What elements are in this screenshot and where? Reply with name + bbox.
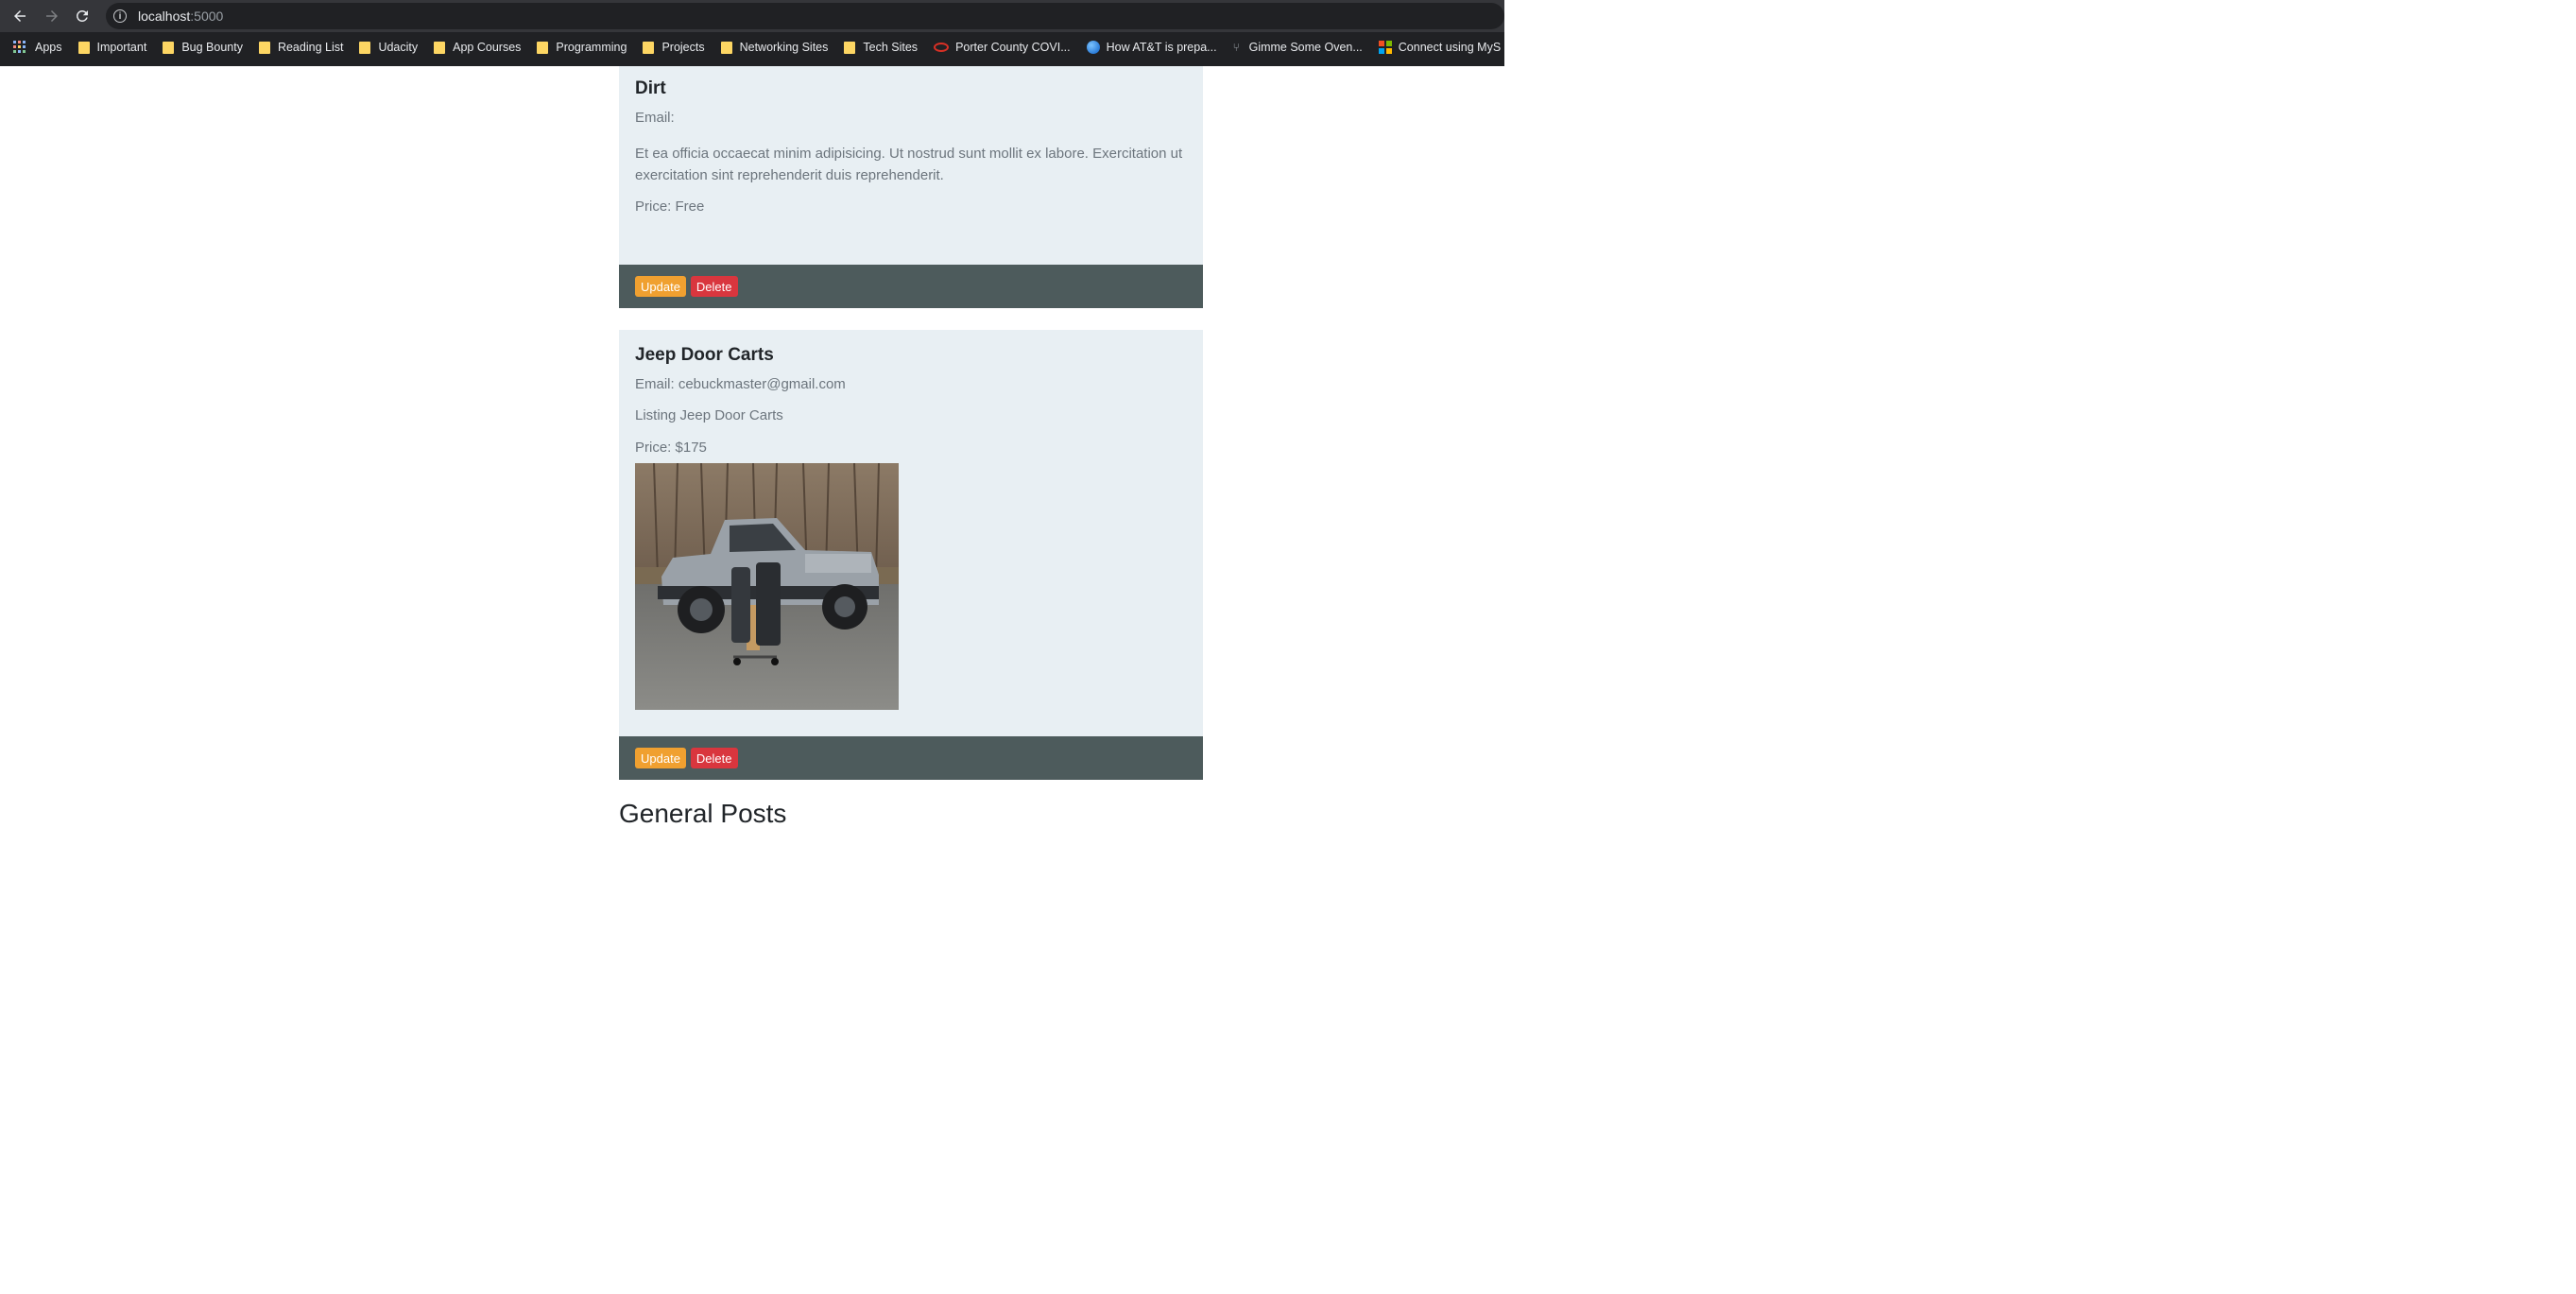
post-email: Email: bbox=[635, 109, 675, 126]
bookmark-label: Bug Bounty bbox=[181, 41, 243, 54]
folder-icon bbox=[844, 41, 856, 54]
bookmark-label: Porter County COVI... bbox=[955, 41, 1071, 54]
bookmark-label: Reading List bbox=[277, 41, 344, 54]
bookmark-apps[interactable]: Apps bbox=[13, 41, 62, 54]
forward-button[interactable] bbox=[42, 6, 62, 26]
bookmark-folder-networking-sites[interactable]: Networking Sites bbox=[720, 41, 829, 54]
bookmark-label: Important bbox=[96, 41, 147, 54]
post-price: Price: Free bbox=[635, 198, 705, 216]
post-description: Et ea officia occaecat minim adipisicing… bbox=[635, 146, 1183, 183]
bookmark-connect-mys[interactable]: Connect using MyS bbox=[1378, 41, 1502, 54]
bookmark-label: App Courses bbox=[453, 41, 522, 54]
card-body: Jeep Door Carts Email: cebuckmaster@gmai… bbox=[619, 330, 1203, 458]
post-title: Jeep Door Carts bbox=[635, 345, 774, 365]
bookmark-label: Apps bbox=[35, 41, 62, 54]
folder-icon bbox=[359, 41, 371, 54]
folder-icon bbox=[537, 41, 549, 54]
folder-icon bbox=[77, 41, 90, 54]
delete-button[interactable]: Delete bbox=[690, 748, 738, 768]
globe-icon bbox=[1086, 41, 1100, 54]
bookmark-label: Gimme Some Oven... bbox=[1248, 41, 1363, 54]
reload-icon bbox=[76, 9, 88, 22]
bookmark-label: Networking Sites bbox=[739, 41, 829, 54]
bookmark-folder-programming[interactable]: Programming bbox=[537, 41, 627, 54]
folder-icon bbox=[643, 41, 655, 54]
delete-button[interactable]: Delete bbox=[690, 276, 738, 297]
bookmark-porter-county[interactable]: Porter County COVI... bbox=[934, 41, 1071, 54]
bookmark-label: Programming bbox=[556, 41, 627, 54]
post-email: Email: cebuckmaster@gmail.com bbox=[635, 375, 846, 392]
bookmark-folder-udacity[interactable]: Udacity bbox=[359, 41, 418, 54]
info-icon[interactable]: i bbox=[113, 9, 127, 23]
bookmark-att[interactable]: How AT&T is prepa... bbox=[1086, 41, 1217, 54]
url-port: :5000 bbox=[190, 9, 224, 24]
folder-icon bbox=[720, 41, 732, 54]
bookmark-label: Udacity bbox=[378, 41, 419, 54]
arrow-right-icon bbox=[46, 10, 58, 22]
fork-icon: ⑂ bbox=[1232, 41, 1240, 54]
bookmark-folder-tech-sites[interactable]: Tech Sites bbox=[844, 41, 918, 54]
card-footer: Update Delete bbox=[619, 736, 1203, 780]
arrow-left-icon bbox=[14, 10, 26, 22]
update-button[interactable]: Update bbox=[635, 276, 686, 297]
page-content: Dirt Email: Et ea officia occaecat minim… bbox=[0, 66, 2576, 1294]
post-description: Listing Jeep Door Carts bbox=[635, 407, 783, 424]
post-card: Dirt Email: Et ea officia occaecat minim… bbox=[619, 66, 1203, 308]
folder-icon bbox=[163, 41, 175, 54]
url-host: localhost bbox=[138, 9, 191, 24]
bookmark-label: Projects bbox=[661, 41, 705, 54]
address-bar[interactable]: i localhost:5000 bbox=[106, 3, 1504, 29]
bookmark-folder-important[interactable]: Important bbox=[77, 41, 147, 54]
post-price: Price: $175 bbox=[635, 439, 707, 456]
browser-toolbar: i localhost:5000 bbox=[0, 0, 1504, 32]
bookmark-gimme-some-oven[interactable]: ⑂ Gimme Some Oven... bbox=[1233, 41, 1363, 54]
porter-county-icon bbox=[934, 43, 950, 52]
bookmark-label: How AT&T is prepa... bbox=[1106, 41, 1217, 54]
general-posts-heading: General Posts bbox=[619, 799, 787, 828]
browser-chrome: i localhost:5000 Apps Important Bug Boun… bbox=[0, 0, 1504, 66]
reload-button[interactable] bbox=[72, 6, 93, 26]
card-footer: Update Delete bbox=[619, 265, 1203, 308]
url-text: localhost:5000 bbox=[138, 9, 223, 24]
folder-icon bbox=[434, 41, 446, 54]
post-title: Dirt bbox=[635, 78, 666, 98]
folder-icon bbox=[258, 41, 270, 54]
bookmark-label: Connect using MyS bbox=[1398, 41, 1502, 54]
bookmark-folder-projects[interactable]: Projects bbox=[643, 41, 705, 54]
bookmarks-bar: Apps Important Bug Bounty Reading List U… bbox=[0, 34, 1504, 60]
post-card: Jeep Door Carts Email: cebuckmaster@gmai… bbox=[619, 330, 1203, 780]
bookmark-folder-bug-bounty[interactable]: Bug Bounty bbox=[163, 41, 243, 54]
apps-grid-icon bbox=[13, 41, 26, 54]
card-body: Dirt Email: Et ea officia occaecat minim… bbox=[619, 66, 1203, 218]
microsoft-icon bbox=[1378, 41, 1392, 54]
update-button[interactable]: Update bbox=[635, 748, 686, 768]
back-button[interactable] bbox=[9, 6, 30, 26]
bookmark-label: Tech Sites bbox=[863, 41, 919, 54]
post-image bbox=[635, 463, 899, 710]
bookmark-folder-app-courses[interactable]: App Courses bbox=[434, 41, 521, 54]
bookmark-folder-reading-list[interactable]: Reading List bbox=[258, 41, 344, 54]
jeep-photo-illustration bbox=[635, 463, 899, 710]
